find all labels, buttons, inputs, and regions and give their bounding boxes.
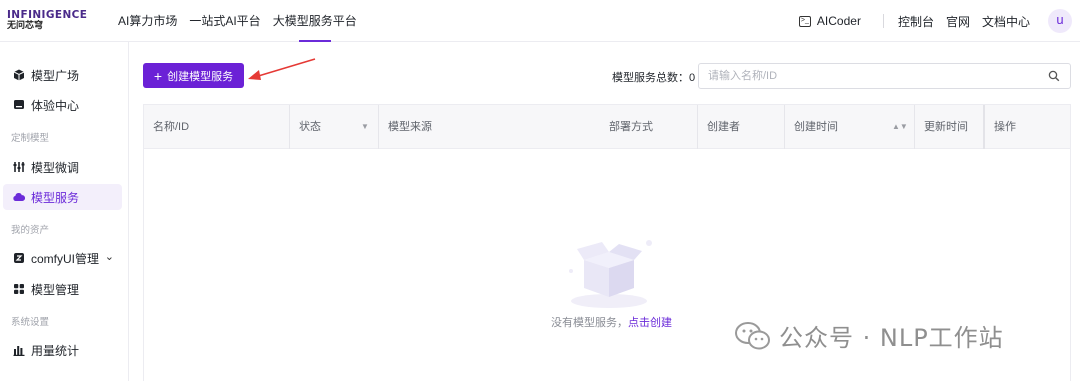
column-header-label: 状态 bbox=[299, 121, 321, 133]
aicoder-link[interactable]: >_ AICoder bbox=[798, 14, 861, 28]
service-count: 模型服务总数：0 bbox=[612, 69, 695, 85]
sidebar-item-label: 用量统计 bbox=[31, 343, 80, 358]
column-header-status[interactable]: 状态 ▼ bbox=[290, 105, 379, 149]
service-count-value: 0 bbox=[689, 72, 696, 84]
cube-icon bbox=[13, 69, 25, 81]
sidebar-item-label: 模型服务 bbox=[31, 190, 80, 205]
column-header-deploy-mode: 部署方式 bbox=[600, 105, 698, 149]
avatar[interactable]: u bbox=[1048, 9, 1072, 33]
sidebar-group-my-assets: 我的资产 bbox=[11, 225, 50, 236]
grid-icon bbox=[14, 284, 24, 294]
chevron-down-icon[interactable]: ⌄ bbox=[105, 250, 114, 263]
empty-box-illustration bbox=[569, 240, 652, 308]
watermark: 公众号 · NLP工作站 bbox=[735, 318, 1004, 353]
column-header-created-time[interactable]: 创建时间 ▲▼ bbox=[785, 105, 915, 149]
divider bbox=[882, 14, 884, 28]
column-header-creator: 创建者 bbox=[698, 105, 785, 149]
console-link[interactable]: 控制台 bbox=[898, 13, 934, 30]
aicoder-label: AICoder bbox=[816, 14, 861, 28]
create-model-service-button[interactable]: + 创建模型服务 bbox=[143, 63, 244, 88]
empty-state-message: 没有模型服务，点击创建 bbox=[551, 314, 672, 330]
docs-link[interactable]: 文档中心 bbox=[982, 13, 1030, 30]
search-input[interactable] bbox=[708, 68, 1028, 84]
create-button-label: 创建模型服务 bbox=[167, 70, 234, 83]
empty-state-text: 没有模型服务， bbox=[551, 317, 628, 329]
sidebar-item-label: 模型广场 bbox=[31, 68, 80, 83]
nav-ai-platform[interactable]: 一站式AI平台 bbox=[189, 0, 266, 42]
top-bar: INFINIGENCE 无问芯穹 AI算力市场 一站式AI平台 大模型服务平台 … bbox=[0, 0, 1080, 42]
annotation-arrow bbox=[248, 58, 316, 80]
sidebar: 模型广场 体验中心 定制模型 模型微调 模型服务 我的资产 comfyUI管理 … bbox=[0, 42, 129, 381]
table-header: 名称/ID 状态 ▼ 模型来源 部署方式 创建者 创建时间 ▲▼ 更新时间 操作 bbox=[144, 105, 1070, 149]
create-now-link[interactable]: 点击创建 bbox=[628, 317, 672, 329]
sidebar-group-custom-models: 定制模型 bbox=[11, 133, 50, 144]
column-header-model-source: 模型来源 bbox=[388, 121, 432, 133]
flow-icon bbox=[14, 253, 24, 263]
nav-ai-compute-market[interactable]: AI算力市场 bbox=[118, 0, 183, 42]
logo[interactable]: INFINIGENCE 无问芯穹 bbox=[7, 10, 93, 34]
sidebar-item-label: comfyUI管理 bbox=[31, 251, 100, 266]
column-header-actions: 操作 bbox=[983, 105, 1070, 149]
sidebar-item-model-management[interactable]: 模型管理 bbox=[3, 276, 122, 302]
sidebar-item-label: 模型微调 bbox=[31, 160, 80, 175]
column-header-updated-time: 更新时间 bbox=[924, 121, 968, 133]
filter-icon[interactable]: ▼ bbox=[361, 105, 369, 149]
wechat-icon bbox=[735, 321, 770, 349]
sidebar-item-model-square[interactable]: 模型广场 bbox=[3, 62, 122, 88]
sidebar-item-experience-center[interactable]: 体验中心 bbox=[3, 92, 122, 118]
logo-brand: INFINIGENCE bbox=[7, 9, 88, 21]
sort-icon[interactable]: ▲▼ bbox=[892, 105, 908, 149]
cloud-icon bbox=[13, 192, 26, 201]
service-count-label: 模型服务总数： bbox=[612, 72, 689, 84]
sliders-icon bbox=[13, 162, 25, 172]
top-nav: AI算力市场 一站式AI平台 大模型服务平台 bbox=[118, 0, 369, 42]
sidebar-group-system-settings: 系统设置 bbox=[11, 317, 50, 328]
search-icon[interactable] bbox=[1048, 70, 1060, 82]
terminal-icon: >_ bbox=[798, 15, 811, 27]
top-right-actions: >_ AICoder 控制台 官网 文档中心 u bbox=[798, 0, 1072, 42]
watermark-text: 公众号 · NLP工作站 bbox=[779, 324, 1004, 352]
logo-subtitle: 无问芯穹 bbox=[7, 21, 44, 31]
sidebar-item-comfyui[interactable]: comfyUI管理 ⌄ bbox=[3, 245, 122, 271]
website-link[interactable]: 官网 bbox=[946, 13, 970, 30]
sidebar-item-label: 体验中心 bbox=[31, 98, 80, 113]
chat-icon bbox=[14, 100, 24, 109]
sidebar-item-label: 模型管理 bbox=[31, 282, 80, 297]
nav-llm-service-platform[interactable]: 大模型服务平台 bbox=[273, 0, 363, 42]
column-header-label: 创建时间 bbox=[794, 121, 838, 133]
plus-icon: + bbox=[153, 67, 163, 84]
bar-chart-icon bbox=[13, 346, 25, 356]
sidebar-item-fine-tuning[interactable]: 模型微调 bbox=[3, 154, 122, 180]
sidebar-item-usage-stats[interactable]: 用量统计 bbox=[3, 337, 122, 363]
column-header-name: 名称/ID bbox=[144, 105, 290, 149]
search-box[interactable] bbox=[698, 63, 1071, 89]
sidebar-item-model-service[interactable]: 模型服务 bbox=[3, 184, 122, 210]
